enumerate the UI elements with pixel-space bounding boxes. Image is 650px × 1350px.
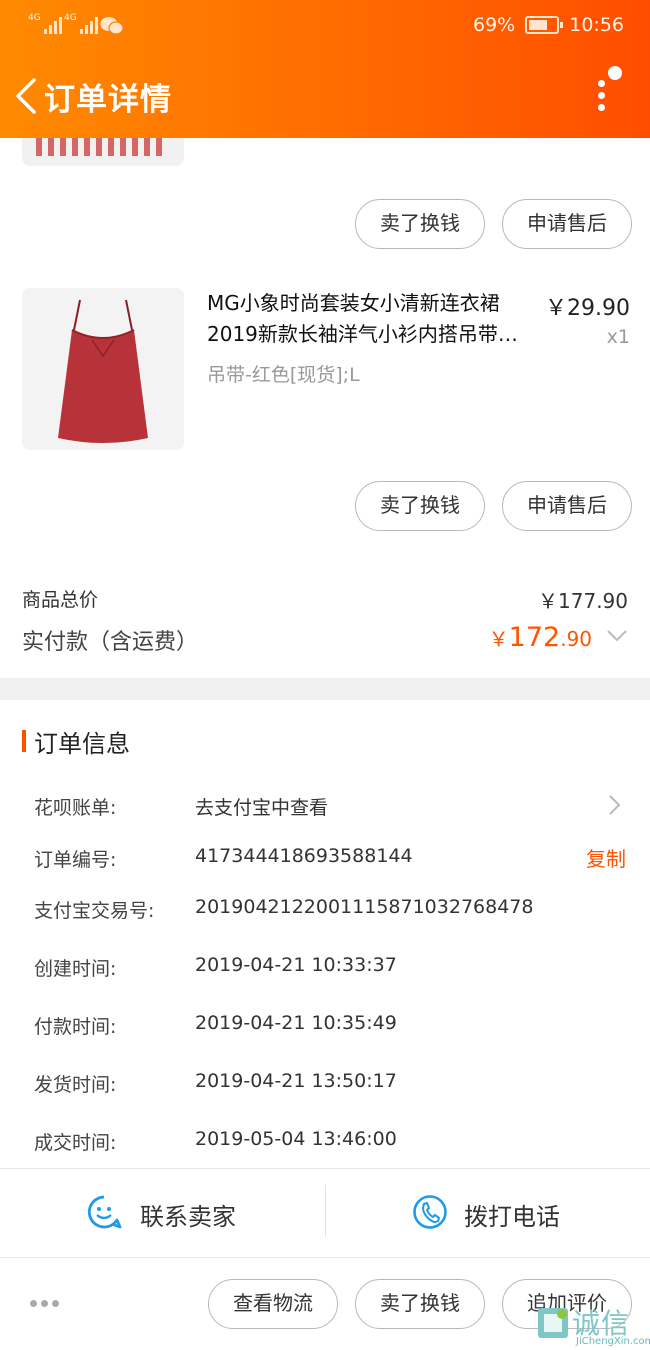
- site-watermark: 诚信 JiChengXin.com: [536, 1302, 650, 1350]
- product-thumbnail[interactable]: [22, 138, 184, 166]
- watermark-url: JiChengXin.com: [576, 1336, 650, 1347]
- order-number-value: 417344418693588144: [195, 845, 413, 867]
- network-type: 4G: [64, 13, 77, 23]
- network-type: 4G: [28, 13, 41, 23]
- view-logistics-button[interactable]: 查看物流: [208, 1279, 338, 1329]
- order-info-title: 订单信息: [34, 730, 130, 758]
- paid-label: 实付款（含运费）: [22, 630, 199, 655]
- created-time-label: 创建时间:: [34, 958, 117, 980]
- call-label: 拨打电话: [464, 1203, 560, 1231]
- sell-button[interactable]: 卖了换钱: [355, 199, 485, 249]
- shipped-time-label: 发货时间:: [34, 1074, 117, 1096]
- product-sku: 吊带-红色[现货];L: [207, 364, 360, 386]
- order-number-label: 订单编号:: [34, 849, 117, 871]
- contact-seller-button[interactable]: 联系卖家: [0, 1168, 325, 1258]
- signal-icon: 4G: [28, 13, 62, 34]
- shipped-time-value: 2019-04-21 13:50:17: [195, 1070, 397, 1092]
- section-accent-bar: [22, 730, 26, 752]
- product-price: ￥29.90: [545, 296, 630, 321]
- page-title: 订单详情: [44, 82, 172, 118]
- sell-button[interactable]: 卖了换钱: [355, 1279, 485, 1329]
- copy-button[interactable]: 复制: [586, 843, 626, 872]
- chat-smile-icon: [87, 1195, 122, 1229]
- created-time-value: 2019-04-21 10:33:37: [195, 954, 397, 976]
- total-label: 商品总价: [22, 589, 99, 611]
- app-header: 4G 4G 69% 10:56 订单详情: [0, 0, 650, 138]
- chevron-left-icon[interactable]: [12, 78, 40, 114]
- paid-decimal: .90: [560, 627, 592, 651]
- battery-percent: 69%: [473, 14, 516, 36]
- call-button[interactable]: 拨打电话: [326, 1168, 650, 1258]
- product-quantity: x1: [606, 326, 630, 348]
- status-right: 69% 10:56: [473, 14, 624, 36]
- phone-icon: [413, 1195, 447, 1229]
- chevron-down-icon[interactable]: [606, 628, 628, 644]
- watermark-logo-icon: [538, 1308, 568, 1338]
- paid-value[interactable]: ￥172.90: [489, 622, 592, 653]
- completed-time-label: 成交时间:: [34, 1132, 117, 1154]
- total-value: ￥177.90: [538, 589, 628, 613]
- more-horizontal-icon[interactable]: [30, 1300, 60, 1308]
- clock: 10:56: [569, 14, 624, 36]
- section-divider: [0, 678, 650, 700]
- paid-time-value: 2019-04-21 10:35:49: [195, 1012, 397, 1034]
- battery-icon: [525, 16, 564, 34]
- after-sale-button[interactable]: 申请售后: [502, 481, 632, 531]
- more-vertical-icon[interactable]: [592, 66, 622, 116]
- sell-button[interactable]: 卖了换钱: [355, 481, 485, 531]
- after-sale-button[interactable]: 申请售后: [502, 199, 632, 249]
- contact-seller-label: 联系卖家: [140, 1203, 236, 1231]
- signal-icon: 4G: [64, 13, 98, 34]
- wechat-icon: [100, 17, 124, 35]
- completed-time-value: 2019-05-04 13:46:00: [195, 1128, 397, 1150]
- alipay-trade-value: 2019042122001115871032768478: [195, 896, 534, 918]
- dress-image: [58, 299, 148, 443]
- product-name[interactable]: MG小象时尚套装女小清新连衣裙2019新款长袖洋气小衫内搭吊带两件套: [207, 288, 537, 350]
- paid-time-label: 付款时间:: [34, 1016, 117, 1038]
- huabei-value[interactable]: 去支付宝中查看: [195, 793, 328, 820]
- paid-currency: ￥: [488, 627, 509, 651]
- notification-badge: [608, 66, 622, 80]
- chevron-right-icon[interactable]: [608, 794, 622, 816]
- alipay-trade-label: 支付宝交易号:: [34, 900, 155, 922]
- huabei-label: 花呗账单:: [34, 797, 117, 819]
- status-bar: 4G 4G 69% 10:56: [0, 0, 650, 52]
- paid-integer: 172: [508, 622, 561, 653]
- product-thumbnail[interactable]: [22, 288, 184, 450]
